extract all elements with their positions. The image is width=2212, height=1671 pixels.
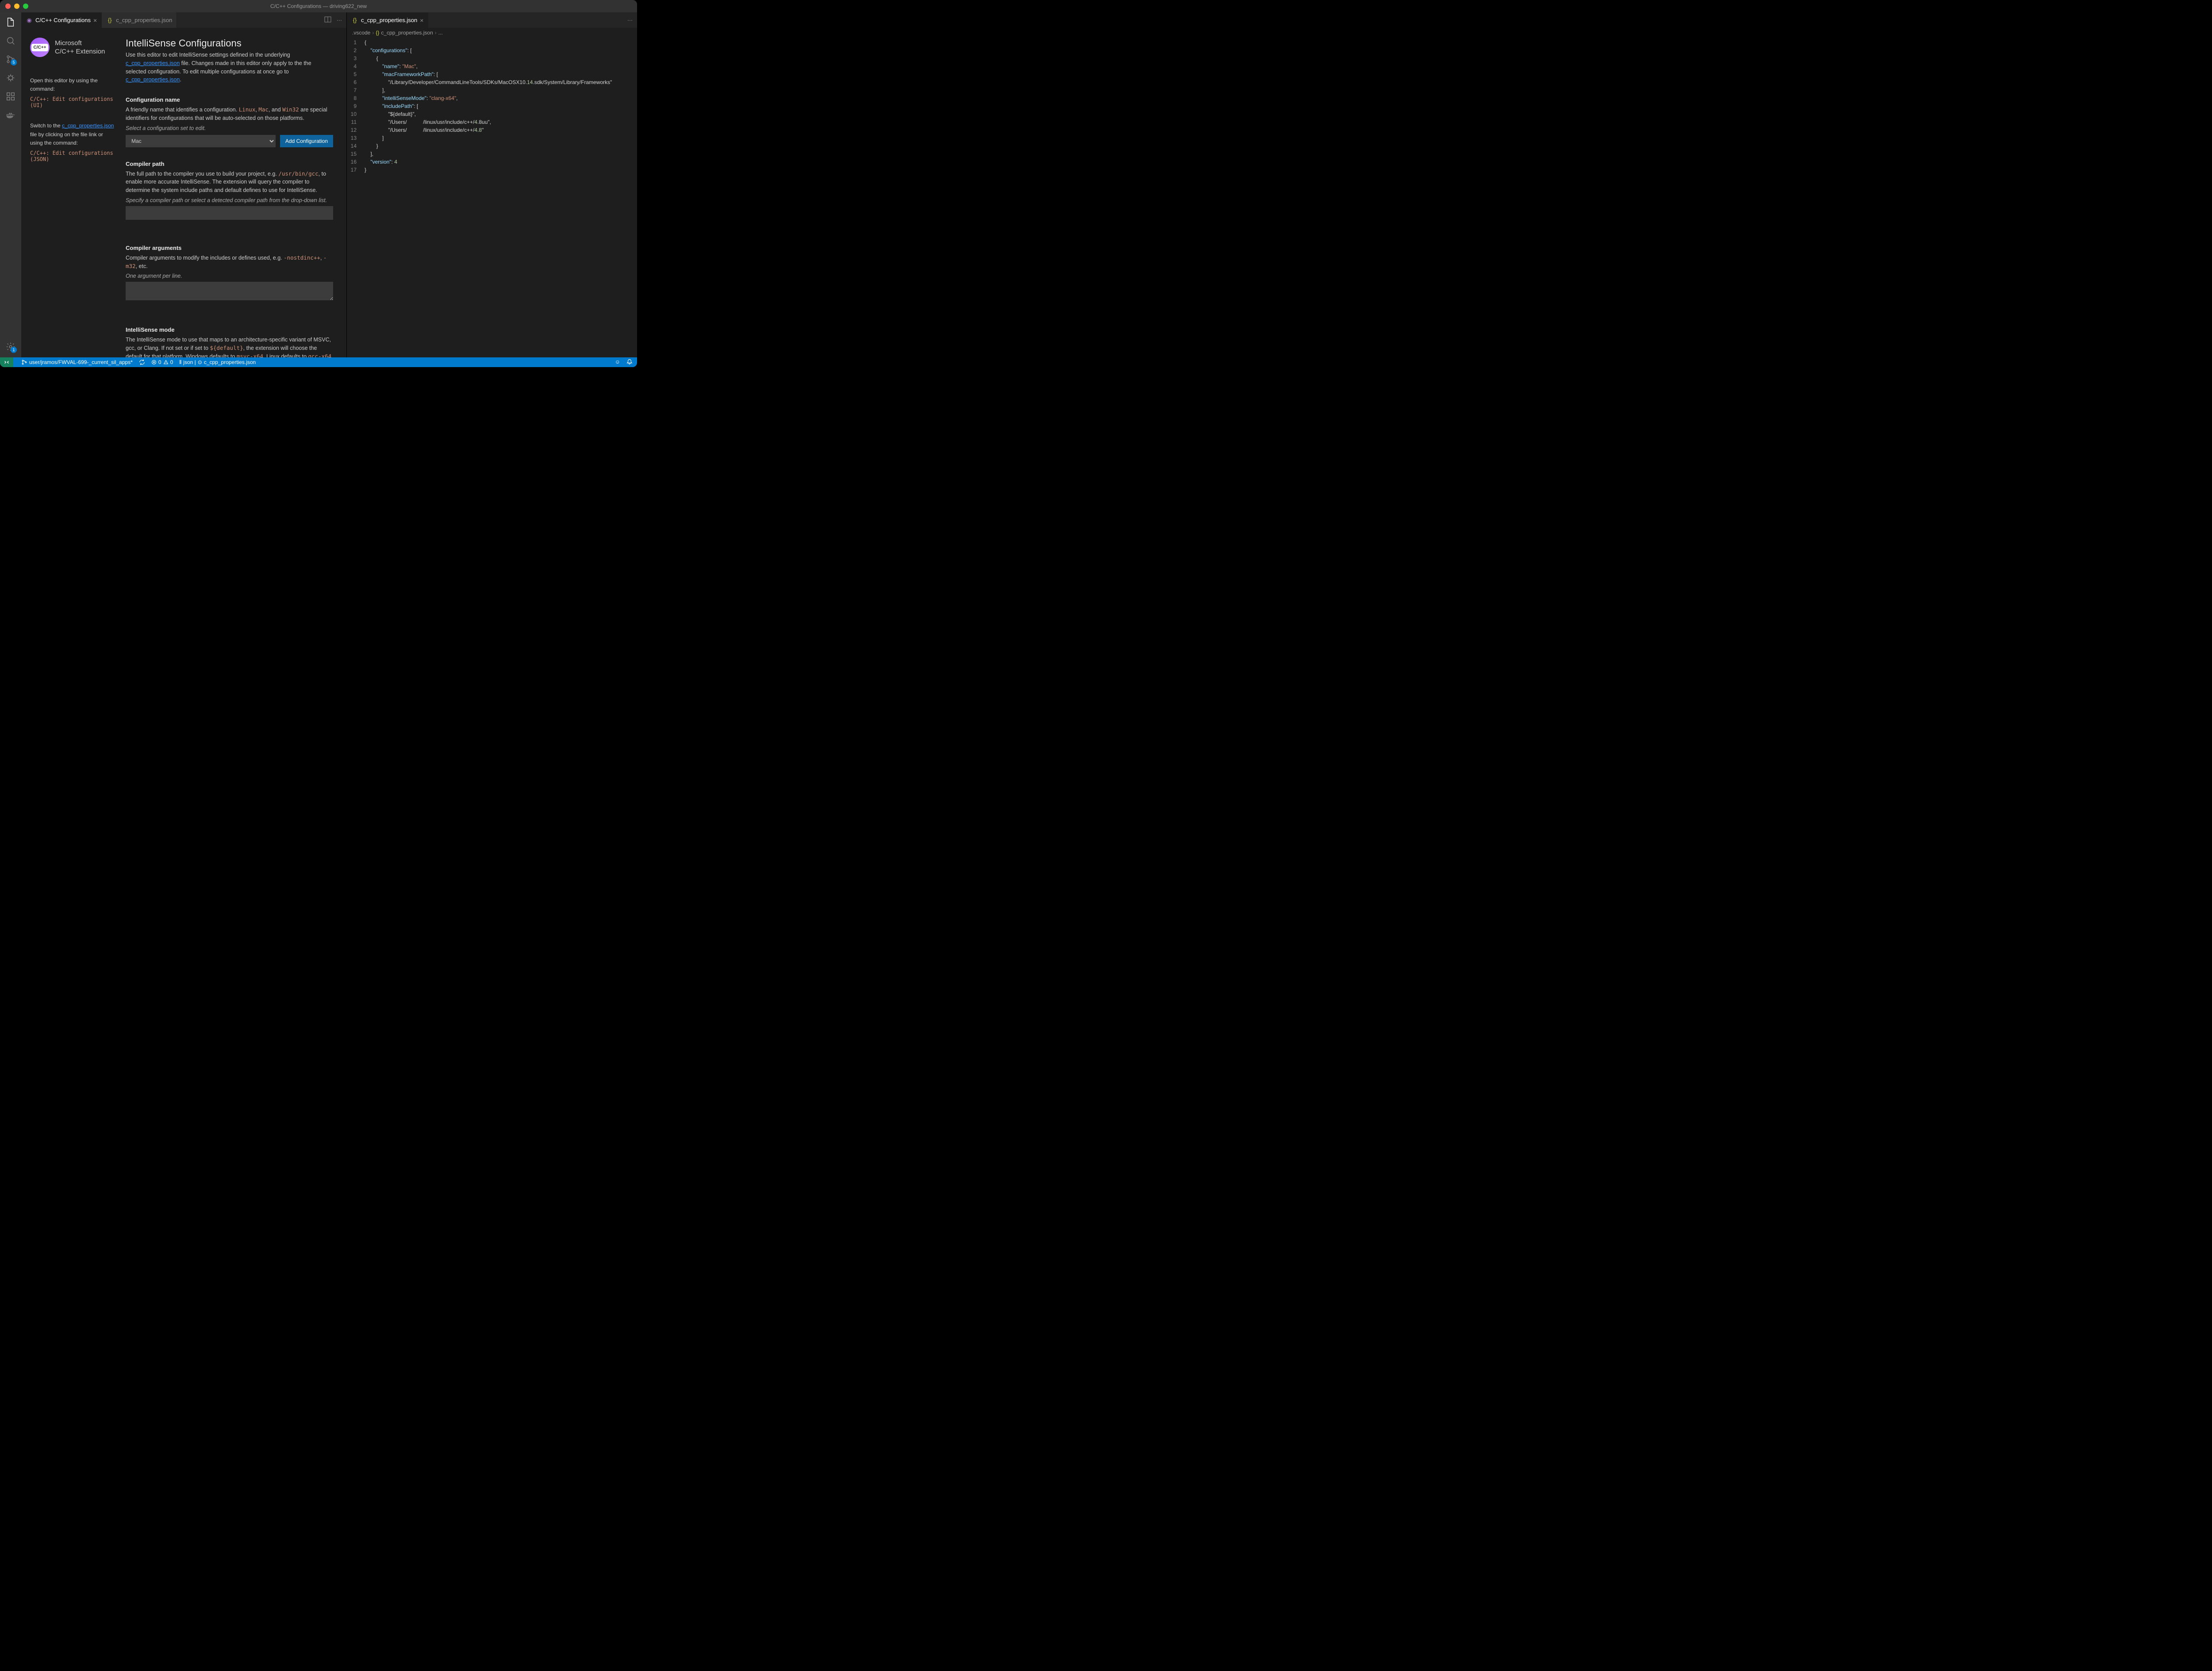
remote-indicator[interactable] bbox=[0, 357, 13, 367]
close-icon[interactable]: × bbox=[420, 17, 423, 24]
cpp-icon: ◉ bbox=[26, 17, 33, 24]
switch-text: Switch to the c_cpp_properties.json file… bbox=[30, 122, 114, 147]
sync-icon[interactable] bbox=[139, 359, 145, 365]
tab-label: c_cpp_properties.json bbox=[116, 17, 172, 23]
window-title: C/C++ Configurations — driving622_new bbox=[270, 3, 367, 9]
tab-cpp-config[interactable]: ◉ C/C++ Configurations × bbox=[21, 12, 102, 28]
compiler-path-heading: Compiler path bbox=[126, 161, 333, 167]
config-select[interactable]: Mac bbox=[126, 135, 276, 147]
compiler-args-heading: Compiler arguments bbox=[126, 245, 333, 251]
git-branch[interactable]: user/jramos/FWVAL-699-_current_sil_apps* bbox=[21, 359, 133, 365]
close-window[interactable] bbox=[5, 4, 11, 9]
scm-icon[interactable]: 5 bbox=[5, 54, 16, 65]
tab-label: c_cpp_properties.json bbox=[361, 17, 417, 23]
problems[interactable]: 0 0 bbox=[151, 359, 173, 365]
tab-label: C/C++ Configurations bbox=[35, 17, 91, 23]
config-editor: C/C++ MicrosoftC/C++ Extension Open this… bbox=[21, 28, 346, 357]
more-icon[interactable]: ⋯ bbox=[627, 17, 633, 23]
switch-cmd: C/C++: Edit configurations (JSON) bbox=[30, 150, 114, 162]
tabs-right: {} c_cpp_properties.json × ⋯ bbox=[347, 12, 637, 28]
explorer-icon[interactable] bbox=[5, 17, 16, 27]
debug-icon[interactable] bbox=[5, 73, 16, 83]
brand-text: MicrosoftC/C++ Extension bbox=[55, 39, 105, 56]
json-icon: {} bbox=[106, 17, 113, 24]
split-editor-icon[interactable] bbox=[324, 16, 331, 24]
settings-icon[interactable]: 1 bbox=[5, 341, 16, 352]
compiler-args-input[interactable] bbox=[126, 282, 333, 300]
open-editor-text: Open this editor by using the command: bbox=[30, 77, 114, 93]
extensions-icon[interactable] bbox=[5, 91, 16, 102]
compiler-path-input[interactable] bbox=[126, 206, 333, 220]
tab-cpp-properties-json[interactable]: {} c_cpp_properties.json bbox=[102, 12, 177, 28]
tabs-left: ◉ C/C++ Configurations × {} c_cpp_proper… bbox=[21, 12, 346, 28]
docker-icon[interactable] bbox=[5, 110, 16, 120]
search-icon[interactable] bbox=[5, 35, 16, 46]
open-cmd: C/C++: Edit configurations (UI) bbox=[30, 96, 114, 108]
statusbar: user/jramos/FWVAL-699-_current_sil_apps*… bbox=[0, 357, 637, 367]
add-configuration-button[interactable]: Add Configuration bbox=[280, 135, 333, 147]
page-desc: Use this editor to edit IntelliSense set… bbox=[126, 51, 333, 84]
config-name-heading: Configuration name bbox=[126, 96, 333, 103]
maximize-window[interactable] bbox=[23, 4, 28, 9]
bell-icon[interactable] bbox=[626, 359, 633, 366]
minimize-window[interactable] bbox=[14, 4, 19, 9]
extension-logo: C/C++ bbox=[30, 38, 50, 57]
feedback-icon[interactable]: ☺ bbox=[615, 359, 620, 366]
page-title: IntelliSense Configurations bbox=[126, 38, 333, 49]
json-link[interactable]: c_cpp_properties.json bbox=[126, 60, 180, 66]
activity-bar: 5 1 bbox=[0, 12, 21, 357]
tab-json-right[interactable]: {} c_cpp_properties.json × bbox=[347, 12, 428, 28]
language-mode[interactable]: ⫴ json | ⊙ c_cpp_properties.json bbox=[179, 359, 256, 366]
scm-badge: 5 bbox=[11, 59, 17, 65]
intellisense-mode-heading: IntelliSense mode bbox=[126, 326, 333, 333]
more-icon[interactable]: ⋯ bbox=[337, 17, 342, 23]
close-icon[interactable]: × bbox=[93, 17, 97, 24]
json-file-link[interactable]: c_cpp_properties.json bbox=[62, 123, 114, 129]
json-icon: {} bbox=[351, 17, 358, 24]
json-link-2[interactable]: c_cpp_properties.json bbox=[126, 77, 180, 83]
breadcrumbs[interactable]: .vscode› {} c_cpp_properties.json› ... bbox=[347, 28, 637, 38]
json-editor[interactable]: 1234567891011121314151617 { "configurati… bbox=[347, 38, 637, 357]
settings-badge: 1 bbox=[11, 347, 17, 353]
titlebar: C/C++ Configurations — driving622_new bbox=[0, 0, 637, 12]
